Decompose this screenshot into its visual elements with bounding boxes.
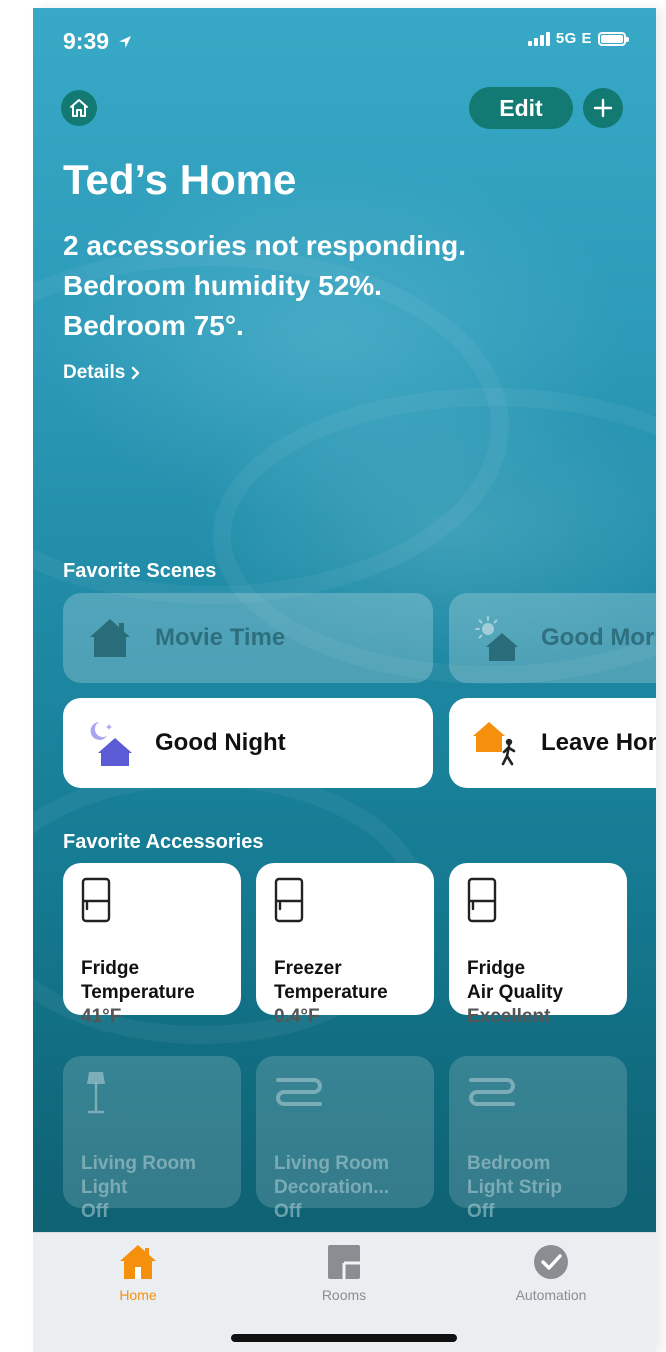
- tab-label: Automation: [515, 1287, 587, 1303]
- home-indicator[interactable]: [231, 1334, 457, 1342]
- tile-name: Fridge Air Quality: [467, 957, 609, 1005]
- tab-home[interactable]: Home: [63, 1243, 213, 1303]
- floor-lamp-icon: [87, 1072, 105, 1114]
- tile-name-line: Fridge: [467, 958, 526, 979]
- location-arrow-icon: [119, 36, 132, 48]
- tile-name-line: Living Room: [81, 1153, 197, 1174]
- scene-leave-home[interactable]: Leave Home: [449, 698, 656, 788]
- tile-status: 41°F: [81, 1006, 122, 1027]
- status-time: 9:39: [63, 28, 133, 55]
- home-scene-icon: [90, 619, 130, 657]
- rooms-tab-icon: [328, 1245, 360, 1279]
- tile-name: Living Room Light: [81, 1152, 223, 1200]
- tile-name-line: Living Room: [274, 1153, 390, 1174]
- light-strip-icon: [276, 1078, 322, 1106]
- scene-label: Leave Home: [541, 729, 656, 756]
- tile-name-line: Light Strip: [467, 1177, 562, 1198]
- details-link[interactable]: Details: [63, 362, 141, 384]
- light-strip-icon: [469, 1078, 515, 1106]
- favorite-scenes-heading: Favorite Scenes: [63, 560, 217, 582]
- tile-name-line: Temperature: [81, 982, 195, 1003]
- network-type: 5G E: [555, 30, 592, 47]
- accessory-tile-living-room-decoration[interactable]: Living Room Decoration... Off: [256, 1056, 434, 1222]
- automation-tab-icon: [534, 1245, 568, 1279]
- tab-rooms[interactable]: Rooms: [269, 1243, 419, 1303]
- accessory-tile-fridge-air-quality[interactable]: Fridge Air Quality Excellent: [449, 863, 627, 1027]
- tile-name-line: Freezer: [274, 958, 342, 979]
- tile-status: Off: [81, 1201, 109, 1222]
- tile-name-line: Light: [81, 1177, 128, 1198]
- tile-name-line: Bedroom: [467, 1153, 551, 1174]
- sunrise-home-icon: [475, 616, 518, 661]
- plus-icon: [593, 98, 613, 118]
- tile-status: Off: [274, 1201, 302, 1222]
- tab-automation[interactable]: Automation: [476, 1243, 626, 1303]
- fridge-icon: [274, 877, 304, 923]
- scene-good-morning[interactable]: Good Morning: [449, 593, 656, 683]
- tile-status: Off: [467, 1201, 495, 1222]
- summary-line: Bedroom 75°.: [63, 310, 244, 341]
- summary-line: Bedroom humidity 52%.: [63, 270, 382, 301]
- tile-status: 0.4°F: [274, 1006, 320, 1027]
- home-title: Ted’s Home: [63, 156, 297, 203]
- tab-label: Home: [119, 1287, 157, 1303]
- fridge-icon: [81, 877, 111, 923]
- scene-label: Good Morning: [541, 624, 656, 651]
- status-indicators: 5G E: [527, 30, 629, 47]
- accessory-tile-bedroom-light-strip[interactable]: Bedroom Light Strip Off: [449, 1056, 627, 1222]
- scene-label: Movie Time: [155, 624, 286, 651]
- leave-home-icon: [473, 722, 516, 766]
- details-label: Details: [63, 362, 126, 383]
- tile-name-line: Fridge: [81, 958, 140, 979]
- status-time-text: 9:39: [63, 28, 110, 54]
- home-status-summary: 2 accessories not responding. Bedroom hu…: [63, 226, 466, 346]
- tile-name-line: Decoration...: [274, 1177, 390, 1198]
- fridge-icon: [467, 877, 497, 923]
- scene-label: Good Night: [155, 729, 286, 756]
- scene-good-night[interactable]: Good Night: [63, 698, 433, 788]
- tile-name: Bedroom Light Strip: [467, 1152, 609, 1200]
- tile-name: Living Room Decoration...: [274, 1152, 416, 1200]
- house-outline-icon: [70, 99, 88, 117]
- tile-name: Freezer Temperature: [274, 957, 416, 1005]
- tile-status: Excellent: [467, 1006, 551, 1027]
- summary-line: 2 accessories not responding.: [63, 230, 467, 261]
- chevron-right-icon: [132, 366, 140, 380]
- battery-icon: [598, 31, 629, 46]
- home-app-screen: 9:39 5G E Edit Ted’s Home 2 accessories …: [33, 8, 656, 1352]
- moon-home-icon: [90, 722, 132, 766]
- home-switcher-button[interactable]: [61, 90, 97, 126]
- accessory-tile-freezer-temperature[interactable]: Freezer Temperature 0.4°F: [256, 863, 434, 1027]
- tile-name-line: Air Quality: [467, 982, 564, 1003]
- edit-button[interactable]: Edit: [469, 87, 573, 129]
- scene-movie-time[interactable]: Movie Time: [63, 593, 433, 683]
- tile-name: Fridge Temperature: [81, 957, 223, 1005]
- home-tab-icon: [120, 1245, 156, 1279]
- tab-label: Rooms: [321, 1287, 367, 1303]
- tile-name-line: Temperature: [274, 982, 388, 1003]
- add-button[interactable]: [583, 88, 623, 128]
- screenshot-frame: 9:39 5G E Edit Ted’s Home 2 accessories …: [0, 0, 666, 1352]
- accessory-tile-fridge-temperature[interactable]: Fridge Temperature 41°F: [63, 863, 241, 1027]
- cellular-signal-icon: [527, 31, 550, 46]
- favorite-accessories-heading: Favorite Accessories: [63, 831, 264, 853]
- accessory-tile-living-room-light[interactable]: Living Room Light Off: [63, 1056, 241, 1222]
